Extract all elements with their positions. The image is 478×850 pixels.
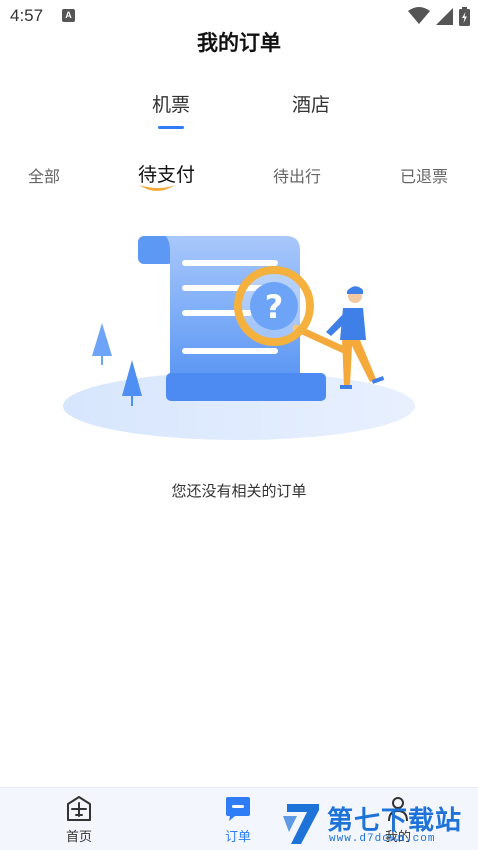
tab-all[interactable]: 全部 [28,163,60,187]
notification-badge: A [62,9,75,22]
nav-orders[interactable]: 订单 [203,794,273,845]
status-icons [408,6,470,26]
tab-pending-travel[interactable]: 待出行 [273,163,321,187]
main-tabs: 机票 酒店 [0,90,478,130]
empty-orders-illustration: ? [63,236,415,440]
tab-refunded[interactable]: 已退票 [400,163,448,187]
empty-state-message: 您还没有相关的订单 [171,482,307,500]
nav-home[interactable]: 首页 [44,794,114,845]
status-time: 4:57 [10,6,44,25]
watermark: 第七下载站 www.d7down.com [283,800,478,850]
tab-pending-payment[interactable]: 待支付 [138,160,195,187]
battery-icon [459,6,470,26]
signal-icon [436,7,453,25]
nav-home-label: 首页 [65,830,92,845]
watermark-url: www.d7down.com [329,833,436,845]
tab-flights[interactable]: 机票 [152,90,190,117]
order-list-icon [226,797,250,821]
active-tab-indicator [158,126,184,129]
order-status-tabs: 全部 待支付 待出行 已退票 [0,160,478,194]
watermark-title: 第七下载站 [327,806,463,836]
watermark-logo-icon [283,804,319,844]
airplane-icon [67,796,91,821]
svg-text:?: ? [265,288,284,326]
nav-orders-label: 订单 [224,830,251,845]
wifi-icon [408,7,430,24]
tab-hotels[interactable]: 酒店 [292,90,330,117]
page-title: 我的订单 [197,31,281,55]
